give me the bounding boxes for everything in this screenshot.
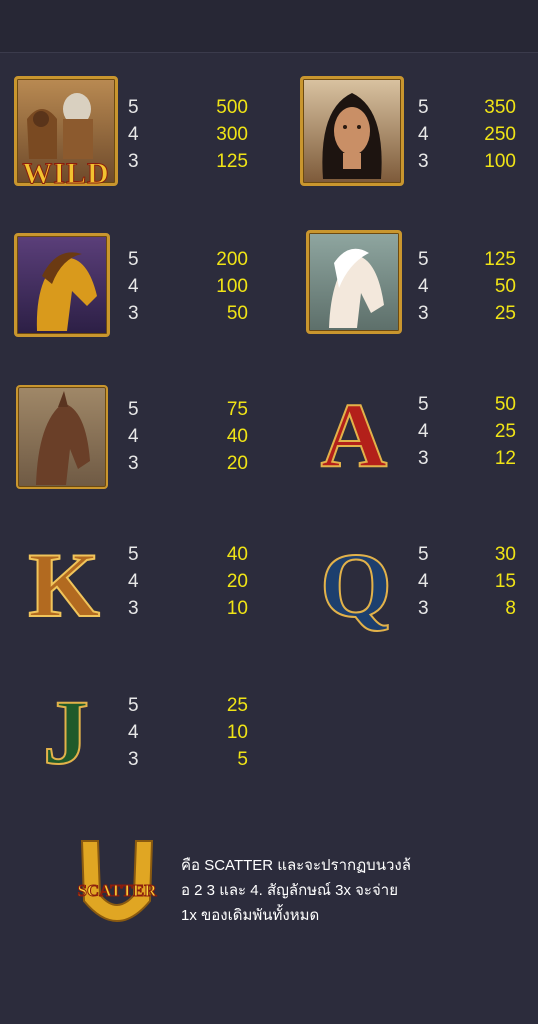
payout-value: 30 bbox=[494, 544, 516, 565]
count-label: 3 bbox=[128, 303, 139, 324]
payout-value: 15 bbox=[494, 571, 516, 592]
payout-value: 500 bbox=[216, 97, 248, 118]
letter-q-glyph: Q bbox=[319, 534, 393, 636]
woman-paytable: 5 350 4 250 3 100 bbox=[418, 97, 516, 178]
scatter-symbol: SCATTER bbox=[64, 835, 170, 935]
payout-value: 40 bbox=[226, 544, 248, 565]
payout-value: 25 bbox=[226, 695, 248, 716]
letter-a-paytable: 5 50 4 25 3 12 bbox=[418, 394, 516, 475]
payout-value: 200 bbox=[216, 249, 248, 270]
count-label: 3 bbox=[128, 151, 139, 172]
count-label: 4 bbox=[128, 124, 139, 145]
scatter-caption: SCATTER bbox=[77, 881, 157, 901]
count-label: 3 bbox=[128, 749, 139, 770]
count-label: 3 bbox=[128, 598, 139, 619]
count-label: 4 bbox=[128, 426, 139, 447]
golden-horse-paytable: 5 200 4 100 3 50 bbox=[128, 249, 248, 330]
brown-horse-icon bbox=[36, 391, 90, 485]
count-label: 3 bbox=[418, 303, 429, 324]
payout-value: 250 bbox=[484, 124, 516, 145]
count-label: 4 bbox=[128, 722, 139, 743]
letter-k-paytable: 5 40 4 20 3 10 bbox=[128, 544, 248, 625]
brown-horse-paytable: 5 75 4 40 3 20 bbox=[128, 399, 248, 480]
payout-value: 25 bbox=[494, 303, 516, 324]
count-label: 3 bbox=[418, 598, 429, 619]
count-label: 4 bbox=[418, 276, 429, 297]
count-label: 5 bbox=[128, 97, 139, 118]
count-label: 5 bbox=[418, 249, 429, 270]
golden-horse-symbol bbox=[14, 233, 110, 337]
payout-value: 8 bbox=[505, 598, 516, 619]
count-label: 3 bbox=[418, 151, 429, 172]
top-bar bbox=[0, 0, 538, 53]
scatter-line: 1x ของเดิมพันทั้งหมด bbox=[181, 907, 320, 924]
scatter-line: คือ SCATTER และจะปรากฏบนวงล้ bbox=[181, 857, 411, 874]
scatter-description: คือ SCATTER และจะปรากฏบนวงล้ อ 2 3 และ 4… bbox=[181, 853, 481, 928]
payout-value: 100 bbox=[216, 276, 248, 297]
count-label: 4 bbox=[418, 571, 429, 592]
letter-a-glyph: A bbox=[320, 384, 388, 486]
payout-value: 50 bbox=[226, 303, 248, 324]
payout-value: 40 bbox=[226, 426, 248, 447]
payout-value: 5 bbox=[237, 749, 248, 770]
payout-value: 20 bbox=[226, 453, 248, 474]
payout-value: 75 bbox=[226, 399, 248, 420]
letter-j-symbol: J bbox=[14, 677, 118, 787]
letter-k-glyph: K bbox=[27, 534, 101, 636]
payout-value: 100 bbox=[484, 151, 516, 172]
count-label: 4 bbox=[418, 124, 429, 145]
payout-value: 300 bbox=[216, 124, 248, 145]
payout-value: 50 bbox=[494, 276, 516, 297]
payout-value: 10 bbox=[226, 598, 248, 619]
payout-value: 25 bbox=[494, 421, 516, 442]
payout-value: 10 bbox=[226, 722, 248, 743]
wild-caption: WILD bbox=[22, 157, 110, 191]
white-horse-paytable: 5 125 4 50 3 25 bbox=[418, 249, 516, 330]
scatter-line: อ 2 3 และ 4. สัญลักษณ์ 3x จะจ่าย bbox=[181, 882, 398, 899]
count-label: 5 bbox=[128, 544, 139, 565]
white-horse-symbol bbox=[306, 230, 402, 334]
letter-q-paytable: 5 30 4 15 3 8 bbox=[418, 544, 516, 625]
count-label: 5 bbox=[418, 97, 429, 118]
letter-a-symbol: A bbox=[302, 380, 406, 490]
woman-symbol bbox=[300, 76, 404, 186]
payout-value: 350 bbox=[484, 97, 516, 118]
count-label: 5 bbox=[128, 249, 139, 270]
payout-value: 20 bbox=[226, 571, 248, 592]
brown-horse-symbol bbox=[16, 385, 108, 489]
count-label: 4 bbox=[128, 276, 139, 297]
count-label: 5 bbox=[418, 544, 429, 565]
count-label: 4 bbox=[418, 421, 429, 442]
count-label: 3 bbox=[418, 448, 429, 469]
count-label: 5 bbox=[418, 394, 429, 415]
wild-paytable: 5 500 4 300 3 125 bbox=[128, 97, 248, 178]
letter-k-symbol: K bbox=[12, 530, 116, 640]
payout-value: 125 bbox=[484, 249, 516, 270]
count-label: 5 bbox=[128, 695, 139, 716]
count-label: 5 bbox=[128, 399, 139, 420]
wild-symbol: WILD bbox=[14, 76, 118, 191]
payout-value: 12 bbox=[494, 448, 516, 469]
payout-value: 125 bbox=[216, 151, 248, 172]
woman-portrait-icon bbox=[322, 93, 382, 179]
letter-j-glyph: J bbox=[42, 681, 90, 783]
letter-q-symbol: Q bbox=[304, 530, 408, 640]
white-horse-icon bbox=[329, 248, 384, 328]
letter-j-paytable: 5 25 4 10 3 5 bbox=[128, 695, 248, 776]
count-label: 4 bbox=[128, 571, 139, 592]
payout-value: 50 bbox=[494, 394, 516, 415]
count-label: 3 bbox=[128, 453, 139, 474]
golden-horse-icon bbox=[36, 252, 97, 331]
